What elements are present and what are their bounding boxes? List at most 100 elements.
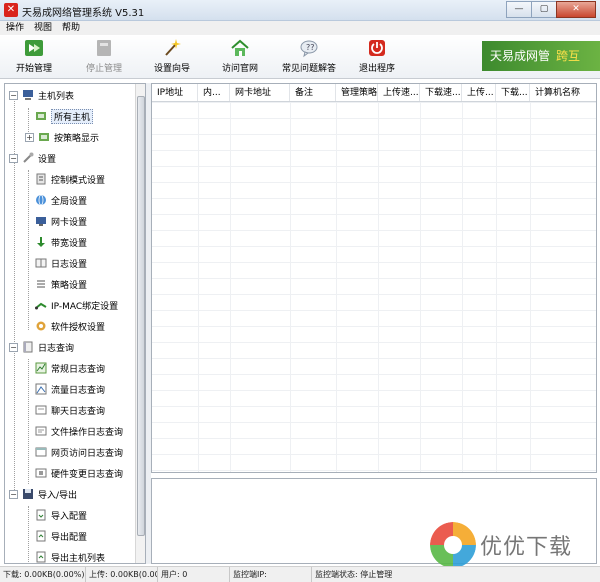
tree-group-settings[interactable]: − 设置 [9, 149, 56, 167]
tree-item-label: 导出配置 [51, 532, 88, 543]
close-button[interactable]: ✕ [556, 1, 596, 18]
list-icon [35, 278, 47, 290]
tree-item-label: 网卡设置 [51, 217, 88, 228]
setup-wizard-button[interactable]: 设置向导 [150, 38, 194, 78]
gear-icon [35, 320, 47, 332]
tree-item-label: 网页访问日志查询 [51, 448, 124, 459]
svg-text:??: ?? [306, 43, 315, 52]
watermark-logo-icon [430, 522, 476, 568]
column-divider [420, 102, 421, 472]
menu-operate[interactable]: 操作 [6, 21, 24, 35]
tree-group-import-export[interactable]: − 导入/导出 [9, 485, 77, 503]
visit-website-button[interactable]: 访问官网 [218, 38, 262, 78]
tree-item-license[interactable]: 软件授权设置 [35, 317, 105, 335]
column-divider [290, 102, 291, 472]
tree-item-regular-log[interactable]: 常规日志查询 [35, 359, 105, 377]
hosts-icon [35, 110, 47, 122]
tree-item-traffic-log[interactable]: 流量日志查询 [35, 380, 105, 398]
tree-item-bandwidth[interactable]: 带宽设置 [35, 233, 87, 251]
tree-group-label: 主机列表 [38, 91, 75, 102]
column-divider [462, 102, 463, 472]
tree-item-label: 导入配置 [51, 511, 88, 522]
wand-icon [162, 38, 182, 58]
tree-item-global[interactable]: 全局设置 [35, 191, 87, 209]
status-upload: 上传: 0.00KB(0.00%) [86, 567, 158, 582]
status-download: 下载: 0.00KB(0.00%) [0, 567, 86, 582]
logbook-icon [22, 341, 34, 353]
column-header-mac[interactable]: 网卡地址 [230, 84, 290, 101]
tree-item-hardware-log[interactable]: 硬件变更日志查询 [35, 464, 123, 482]
log-icon [35, 257, 47, 269]
collapse-toggle[interactable]: − [9, 342, 18, 352]
banner-title: 天易成网管 [490, 49, 551, 63]
tree-item-control-mode[interactable]: 控制模式设置 [35, 170, 105, 188]
stop-manage-label: 停止管理 [85, 64, 122, 74]
file-icon [35, 425, 47, 437]
tree-item-chat-log[interactable]: 聊天日志查询 [35, 401, 105, 419]
tree-item-policy[interactable]: 策略设置 [35, 275, 87, 293]
expand-toggle[interactable]: + [25, 132, 34, 142]
tree-item-label: 所有主机 [51, 108, 94, 124]
column-header-policy[interactable]: 管理策略 [336, 84, 378, 101]
tree-group-log-query[interactable]: − 日志查询 [9, 338, 74, 356]
arrow-down-icon [35, 236, 47, 248]
column-header-note[interactable]: 备注 [290, 84, 336, 101]
tree-connector [28, 359, 29, 484]
tree-item-web-log[interactable]: 网页访问日志查询 [35, 443, 123, 461]
tree-item-nic[interactable]: 网卡设置 [35, 212, 87, 230]
column-header-upload[interactable]: 上传... [462, 84, 496, 101]
tree-item-label: 按策略显示 [54, 133, 100, 144]
tree-item-export-config[interactable]: 导出配置 [35, 527, 87, 545]
tree-group-label: 设置 [38, 154, 57, 165]
menu-bar: 操作 视图 帮助 [0, 21, 600, 35]
toolbar: 开始管理 停止管理 设置向导 访问官网 ?? 常见问题解答 退出程序 天易成网管… [0, 35, 600, 79]
tree-item-file-log[interactable]: 文件操作日志查询 [35, 422, 123, 440]
hosts-icon [38, 131, 50, 143]
collapse-toggle[interactable]: − [9, 489, 18, 499]
status-monitor-ip: 监控端IP: [230, 567, 312, 582]
setup-wizard-label: 设置向导 [153, 64, 190, 74]
doc-icon [35, 173, 47, 185]
tree-connector [28, 506, 29, 563]
watermark: 优优下载 [430, 520, 572, 570]
faq-button[interactable]: ?? 常见问题解答 [280, 38, 338, 78]
banner-accent: 跨互 [556, 49, 581, 63]
tree-item-by-policy[interactable]: + 按策略显示 [25, 128, 99, 146]
tree-item-log-settings[interactable]: 日志设置 [35, 254, 87, 272]
minimize-button[interactable]: — [506, 1, 532, 18]
help-icon: ?? [299, 38, 319, 58]
menu-view[interactable]: 视图 [34, 21, 52, 35]
tree-item-ip-mac[interactable]: IP-MAC绑定设置 [35, 296, 118, 314]
host-table: IP地址 内... 网卡地址 备注 管理策略 上传速... 下载速... 上传.… [151, 83, 597, 473]
collapse-toggle[interactable]: − [9, 90, 18, 100]
exit-program-button[interactable]: 退出程序 [355, 38, 399, 78]
tree-item-label: 聊天日志查询 [51, 406, 106, 417]
brand-banner: 天易成网管 跨互 [482, 41, 600, 71]
column-header-download[interactable]: 下载... [496, 84, 530, 101]
tree-item-label: 文件操作日志查询 [51, 427, 124, 438]
start-manage-button[interactable]: 开始管理 [12, 38, 56, 78]
column-header-internal[interactable]: 内... [198, 84, 230, 101]
menu-help[interactable]: 帮助 [62, 21, 80, 35]
maximize-button[interactable]: ▢ [531, 1, 557, 18]
tree-item-label: 带宽设置 [51, 238, 88, 249]
tree-item-import-config[interactable]: 导入配置 [35, 506, 87, 524]
column-header-ip[interactable]: IP地址 [152, 84, 198, 101]
tree-scroll-thumb[interactable] [137, 96, 145, 536]
tree-item-label: 日志设置 [51, 259, 88, 270]
column-header-computer-name[interactable]: 计算机名称 [530, 84, 596, 101]
tree-item-export-hosts[interactable]: 导出主机列表 [35, 548, 105, 563]
stop-manage-button[interactable]: 停止管理 [82, 38, 126, 78]
collapse-toggle[interactable]: − [9, 153, 18, 163]
floppy-icon [22, 488, 34, 500]
visit-website-label: 访问官网 [221, 64, 258, 74]
column-divider [496, 102, 497, 472]
column-divider [198, 102, 199, 472]
tree-group-host-list[interactable]: − 主机列表 [9, 86, 74, 104]
column-header-upload-speed[interactable]: 上传速... [378, 84, 420, 101]
tree-item-all-hosts[interactable]: 所有主机 [35, 107, 94, 125]
window-controls: — ▢ ✕ [506, 1, 596, 18]
power-icon [367, 38, 387, 58]
column-header-download-speed[interactable]: 下载速... [420, 84, 462, 101]
tree-scrollbar[interactable] [135, 84, 145, 563]
